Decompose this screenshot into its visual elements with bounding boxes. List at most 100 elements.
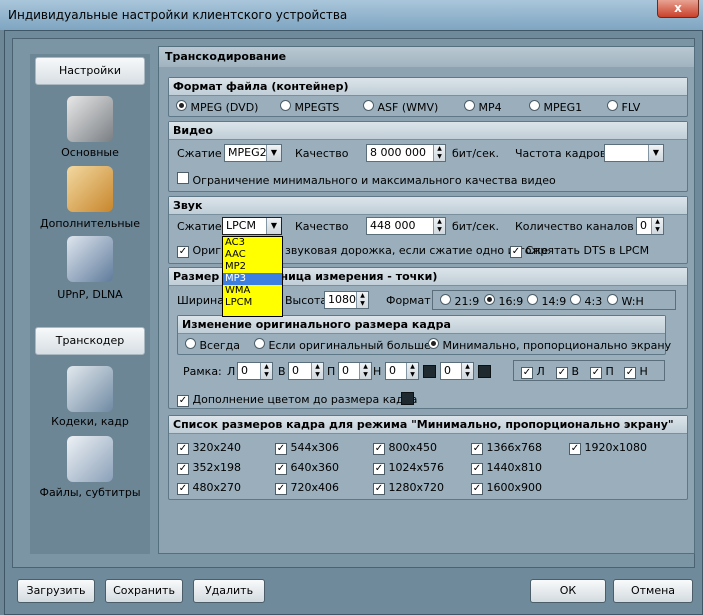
- checkbox-frame-p[interactable]: ✓: [590, 367, 602, 379]
- format-radio-mp4[interactable]: MP4: [464, 100, 502, 114]
- radio-always[interactable]: [185, 338, 196, 349]
- video-framerate-select[interactable]: ▼: [604, 144, 664, 162]
- radio-mp4[interactable]: [464, 100, 475, 111]
- checkbox-frame-n[interactable]: ✓: [624, 367, 636, 379]
- height-spinner[interactable]: 1080 ▲ ▼: [324, 291, 369, 309]
- audio-channels-spinner[interactable]: 0 ▲ ▼: [636, 217, 664, 235]
- radio-flv[interactable]: [607, 100, 618, 111]
- radio-mpeg1[interactable]: [529, 100, 540, 111]
- size-item[interactable]: ✓ 1366x768: [471, 441, 542, 455]
- spinner-arrows-icon[interactable]: ▲ ▼: [433, 145, 445, 161]
- spinner-arrows-icon[interactable]: ▲ ▼: [651, 218, 663, 234]
- checkbox-size[interactable]: ✓: [373, 443, 385, 455]
- checkbox-size[interactable]: ✓: [177, 463, 189, 475]
- radio-149[interactable]: [527, 294, 538, 305]
- size-item[interactable]: ✓ 1280x720: [373, 481, 444, 495]
- frame-spinner-extra[interactable]: 0 ▲ ▼: [440, 362, 474, 380]
- format-radio-mpegts[interactable]: MPEGTS: [280, 100, 339, 114]
- close-button[interactable]: x: [657, 0, 699, 18]
- checkbox-fill[interactable]: ✓: [177, 395, 189, 407]
- dropdown-option-lpcm[interactable]: LPCM: [223, 297, 282, 309]
- spinner-arrows-icon[interactable]: ▲ ▼: [356, 292, 368, 308]
- sidebar-item-upnp[interactable]: UPnP, DLNA: [30, 288, 150, 301]
- radio-169[interactable]: [484, 294, 495, 305]
- spinner-arrows-icon[interactable]: ▲ ▼: [433, 218, 445, 234]
- radio-mpegts[interactable]: [280, 100, 291, 111]
- checkbox-size[interactable]: ✓: [275, 443, 287, 455]
- checkbox-limit[interactable]: [177, 172, 189, 184]
- spinner-arrows-icon[interactable]: ▲ ▼: [406, 363, 418, 379]
- spinner-arrows-icon[interactable]: ▲ ▼: [359, 363, 371, 379]
- format-radio-mpeg1[interactable]: MPEG1: [529, 100, 582, 114]
- sidebar-item-files[interactable]: Файлы, субтитры: [30, 486, 150, 499]
- size-item[interactable]: ✓ 720x406: [275, 481, 339, 495]
- resize-radio-bigger[interactable]: Если оригинальный больше: [254, 338, 431, 352]
- format-radio-mpeg[interactable]: MPEG (DVD): [176, 100, 258, 114]
- cancel-button[interactable]: Отмена: [613, 579, 693, 603]
- dropdown-option-mp3[interactable]: MP3: [223, 273, 282, 285]
- spinner-arrows-icon[interactable]: ▲ ▼: [461, 363, 473, 379]
- size-item[interactable]: ✓ 480x270: [177, 481, 241, 495]
- sidebar-item-additional[interactable]: Дополнительные: [30, 217, 150, 230]
- frame-check-n[interactable]: ✓ Н: [624, 365, 648, 379]
- frame-color-swatch-2[interactable]: [478, 365, 491, 378]
- aspect-radio-wh[interactable]: W:H: [607, 294, 644, 308]
- sidebar-transcoder-header[interactable]: Транскодер: [35, 327, 145, 355]
- aspect-radio-169[interactable]: 16:9: [484, 294, 523, 308]
- frame-check-l[interactable]: ✓ Л: [521, 365, 545, 379]
- frame-check-v[interactable]: ✓ В: [556, 365, 579, 379]
- audio-quality-spinner[interactable]: 448 000 ▲ ▼: [366, 217, 446, 235]
- spinner-arrows-icon[interactable]: ▲ ▼: [260, 363, 272, 379]
- checkbox-frame-v[interactable]: ✓: [556, 367, 568, 379]
- checkbox-size[interactable]: ✓: [373, 463, 385, 475]
- spinner-arrows-icon[interactable]: ▲ ▼: [311, 363, 323, 379]
- radio-mpeg[interactable]: [176, 100, 187, 111]
- sidebar-item-basic[interactable]: Основные: [30, 146, 150, 159]
- checkbox-size[interactable]: ✓: [177, 443, 189, 455]
- frame-spinner-l[interactable]: 0 ▲ ▼: [237, 362, 273, 380]
- frame-spinner-n[interactable]: 0 ▲ ▼: [385, 362, 419, 380]
- dropdown-option-mp2[interactable]: MP2: [223, 261, 282, 273]
- sidebar-item-codecs[interactable]: Кодеки, кадр: [30, 415, 150, 428]
- checkbox-size[interactable]: ✓: [275, 463, 287, 475]
- size-item[interactable]: ✓ 352x198: [177, 461, 241, 475]
- aspect-radio-219[interactable]: 21:9: [440, 294, 479, 308]
- delete-button[interactable]: Удалить: [193, 579, 265, 603]
- dropdown-option-ac3[interactable]: AC3: [223, 237, 282, 249]
- video-quality-spinner[interactable]: 8 000 000 ▲ ▼: [366, 144, 446, 162]
- radio-asf[interactable]: [363, 100, 374, 111]
- save-button[interactable]: Сохранить: [105, 579, 183, 603]
- dropdown-option-wma[interactable]: WMA: [223, 285, 282, 297]
- frame-color-swatch[interactable]: [423, 365, 436, 378]
- frame-spinner-p[interactable]: 0 ▲ ▼: [338, 362, 372, 380]
- size-item[interactable]: ✓ 1024x576: [373, 461, 444, 475]
- format-radio-flv[interactable]: FLV: [607, 100, 640, 114]
- radio-minimal[interactable]: [428, 338, 439, 349]
- frame-spinner-v[interactable]: 0 ▲ ▼: [288, 362, 324, 380]
- size-item[interactable]: ✓ 800x450: [373, 441, 437, 455]
- resize-radio-minimal[interactable]: Минимально, пропорционально экрану: [428, 338, 671, 352]
- checkbox-orig[interactable]: ✓: [177, 246, 189, 258]
- aspect-radio-149[interactable]: 14:9: [527, 294, 566, 308]
- sidebar-settings-header[interactable]: Настройки: [35, 57, 145, 85]
- size-item[interactable]: ✓ 1440x810: [471, 461, 542, 475]
- checkbox-hide-dts[interactable]: ✓: [510, 246, 522, 258]
- load-button[interactable]: Загрузить: [17, 579, 95, 603]
- ok-button[interactable]: ОК: [530, 579, 606, 603]
- checkbox-size[interactable]: ✓: [275, 483, 287, 495]
- audio-compress-select[interactable]: LPCM ▼: [222, 217, 282, 235]
- dropdown-option-aac[interactable]: AAC: [223, 249, 282, 261]
- frame-check-p[interactable]: ✓ П: [590, 365, 614, 379]
- checkbox-size[interactable]: ✓: [177, 483, 189, 495]
- checkbox-size[interactable]: ✓: [471, 483, 483, 495]
- radio-43[interactable]: [570, 294, 581, 305]
- checkbox-size[interactable]: ✓: [471, 443, 483, 455]
- checkbox-size[interactable]: ✓: [569, 443, 581, 455]
- size-item[interactable]: ✓ 640x360: [275, 461, 339, 475]
- resize-radio-always[interactable]: Всегда: [185, 338, 240, 352]
- hide-dts-checkbox[interactable]: ✓ Спрятать DTS в LPCM: [510, 244, 649, 258]
- fill-color-swatch[interactable]: [401, 392, 414, 405]
- audio-orig-checkbox[interactable]: ✓ Ориги: [177, 244, 228, 258]
- aspect-radio-43[interactable]: 4:3: [570, 294, 602, 308]
- video-limit-checkbox[interactable]: Ограничение минимального и максимального…: [177, 172, 556, 187]
